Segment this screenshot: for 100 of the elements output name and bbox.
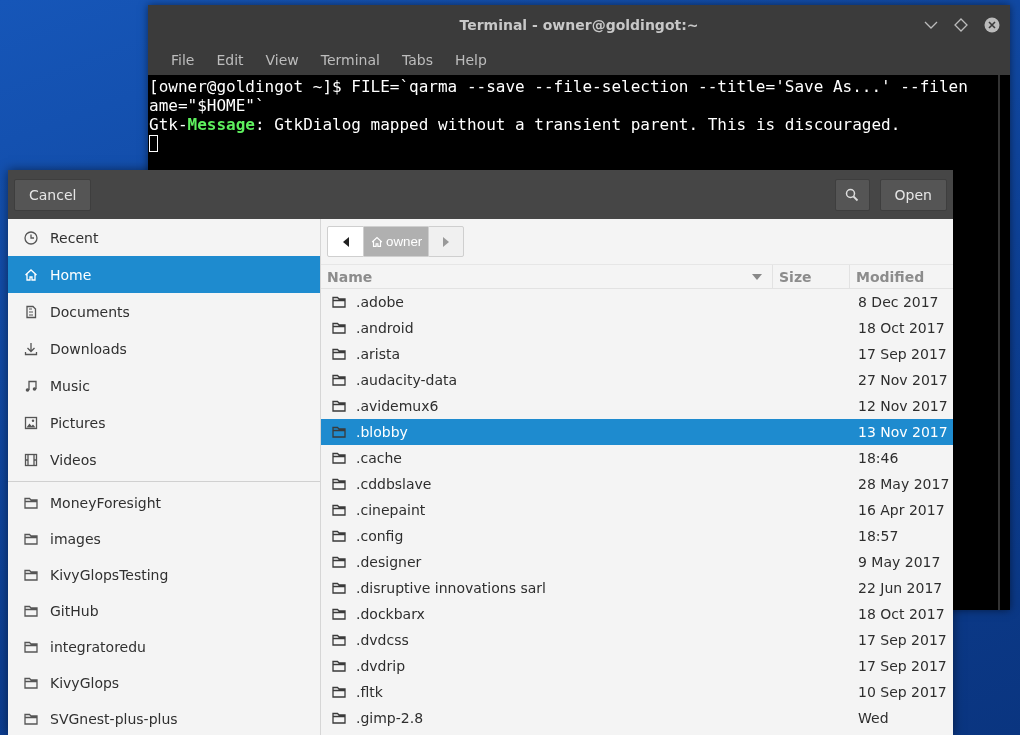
folder-icon xyxy=(23,531,39,547)
picture-icon xyxy=(23,414,39,431)
sidebar-item[interactable]: Videos xyxy=(8,441,320,478)
terminal-line: ame="$HOME"` xyxy=(149,96,265,115)
minimize-icon[interactable] xyxy=(924,20,938,30)
file-row[interactable]: .cinepaint 16 Apr 2017 xyxy=(321,497,953,523)
folder-icon xyxy=(331,450,347,466)
search-button[interactable] xyxy=(834,178,870,211)
folder-icon xyxy=(331,632,347,648)
search-icon xyxy=(845,187,860,202)
sidebar-item[interactable]: integratoredu xyxy=(8,629,320,665)
sidebar-item[interactable]: Documents xyxy=(8,293,320,330)
modified-date: 17 Sep 2017 xyxy=(857,632,947,648)
sort-arrow-icon xyxy=(752,273,762,280)
file-row[interactable]: .blobby 13 Nov 2017 xyxy=(321,419,953,445)
sidebar-item[interactable]: Recent xyxy=(8,219,320,256)
file-name: .designer xyxy=(356,554,422,570)
folder-icon xyxy=(23,495,39,511)
sidebar-item[interactable]: MoneyForesight xyxy=(8,485,320,521)
menu-item[interactable]: File xyxy=(160,52,206,68)
file-row[interactable]: .cddbslave 28 May 2017 xyxy=(321,471,953,497)
download-icon xyxy=(23,340,39,357)
documents-icon xyxy=(23,303,39,320)
file-name: .fltk xyxy=(356,684,383,700)
modified-date: 10 Sep 2017 xyxy=(857,684,947,700)
file-row[interactable]: .dvdrip 17 Sep 2017 xyxy=(321,653,953,679)
sidebar-item[interactable]: Pictures xyxy=(8,404,320,441)
modified-date: 8 Dec 2017 xyxy=(857,294,939,310)
file-name: .config xyxy=(356,528,404,544)
film-icon xyxy=(23,451,39,468)
menu-item[interactable]: Tabs xyxy=(390,52,444,68)
file-row[interactable]: .avidemux6 12 Nov 2017 xyxy=(321,393,953,419)
file-row[interactable]: .dockbarx 18 Oct 2017 xyxy=(321,601,953,627)
folder-icon xyxy=(331,684,347,700)
file-row[interactable]: .cache 18:46 xyxy=(321,445,953,471)
file-row[interactable]: .designer 9 May 2017 xyxy=(321,549,953,575)
modified-date: 12 Nov 2017 xyxy=(857,398,948,414)
close-icon[interactable] xyxy=(984,17,1000,33)
modified-date: 17 Sep 2017 xyxy=(857,658,947,674)
open-button[interactable]: Open xyxy=(879,178,947,211)
folder-icon xyxy=(331,346,347,362)
file-row[interactable]: .android 18 Oct 2017 xyxy=(321,315,953,341)
modified-date: 13 Nov 2017 xyxy=(857,424,948,440)
modified-date: Wed xyxy=(857,710,889,726)
file-row[interactable]: .disruptive innovations sarl 22 Jun 2017 xyxy=(321,575,953,601)
right-arrow-icon xyxy=(443,236,450,247)
file-row[interactable]: .config 18:57 xyxy=(321,523,953,549)
file-row[interactable]: .fltk 10 Sep 2017 xyxy=(321,679,953,705)
file-name: .android xyxy=(356,320,414,336)
file-row[interactable]: .audacity-data 27 Nov 2017 xyxy=(321,367,953,393)
sidebar-item[interactable]: Home xyxy=(8,256,320,293)
back-button[interactable] xyxy=(327,226,364,257)
sidebar-item[interactable]: Music xyxy=(8,367,320,404)
cancel-button[interactable]: Cancel xyxy=(14,178,92,211)
file-row[interactable]: .dvdcss 17 Sep 2017 xyxy=(321,627,953,653)
folder-icon xyxy=(331,606,347,622)
home-icon xyxy=(370,234,384,249)
folder-icon xyxy=(23,639,39,655)
modified-date: 18 Oct 2017 xyxy=(857,606,945,622)
sidebar-item[interactable]: GitHub xyxy=(8,593,320,629)
folder-icon xyxy=(23,711,39,727)
file-name: .audacity-data xyxy=(356,372,458,388)
sidebar-item[interactable]: images xyxy=(8,521,320,557)
menu-item[interactable]: Terminal xyxy=(309,52,391,68)
file-row[interactable]: .gimp-2.8 Wed xyxy=(321,705,953,731)
sidebar-item[interactable]: KivyGlops xyxy=(8,665,320,701)
file-name: .avidemux6 xyxy=(356,398,439,414)
file-name: .gimp-2.8 xyxy=(356,710,424,726)
file-name: .disruptive innovations sarl xyxy=(356,580,546,596)
file-name: .cache xyxy=(356,450,402,466)
folder-icon xyxy=(331,476,347,492)
folder-icon xyxy=(331,398,347,414)
folder-icon xyxy=(331,502,347,518)
file-row[interactable]: .arista 17 Sep 2017 xyxy=(321,341,953,367)
menu-item[interactable]: Help xyxy=(443,52,498,68)
modified-date: 28 May 2017 xyxy=(857,476,950,492)
scrollbar[interactable] xyxy=(998,75,1010,610)
file-name: .blobby xyxy=(356,424,408,440)
clock-icon xyxy=(23,229,39,246)
terminal-line: Gtk-Message: GtkDialog mapped without a transient parent. This is discouraged. xyxy=(149,115,901,134)
maximize-icon[interactable] xyxy=(954,18,968,32)
modified-date: 9 May 2017 xyxy=(857,554,941,570)
file-name: .dockbarx xyxy=(356,606,425,622)
file-name: .arista xyxy=(356,346,401,362)
folder-icon xyxy=(23,603,39,619)
text-cursor xyxy=(149,135,158,152)
menu-item[interactable]: Edit xyxy=(205,52,255,68)
left-arrow-icon xyxy=(342,236,349,247)
sidebar-item[interactable]: Downloads xyxy=(8,330,320,367)
sidebar-item[interactable]: KivyGlopsTesting xyxy=(8,557,320,593)
sidebar-item[interactable]: SVGnest-plus-plus xyxy=(8,701,320,735)
file-name: .dvdcss xyxy=(356,632,409,648)
file-name: .cddbslave xyxy=(356,476,432,492)
modified-date: 18 Oct 2017 xyxy=(857,320,945,336)
folder-icon xyxy=(331,320,347,336)
file-row[interactable]: .adobe 8 Dec 2017 xyxy=(321,289,953,315)
folder-icon xyxy=(331,554,347,570)
file-name: .cinepaint xyxy=(356,502,426,518)
menu-item[interactable]: View xyxy=(254,52,310,68)
folder-icon xyxy=(331,658,347,674)
